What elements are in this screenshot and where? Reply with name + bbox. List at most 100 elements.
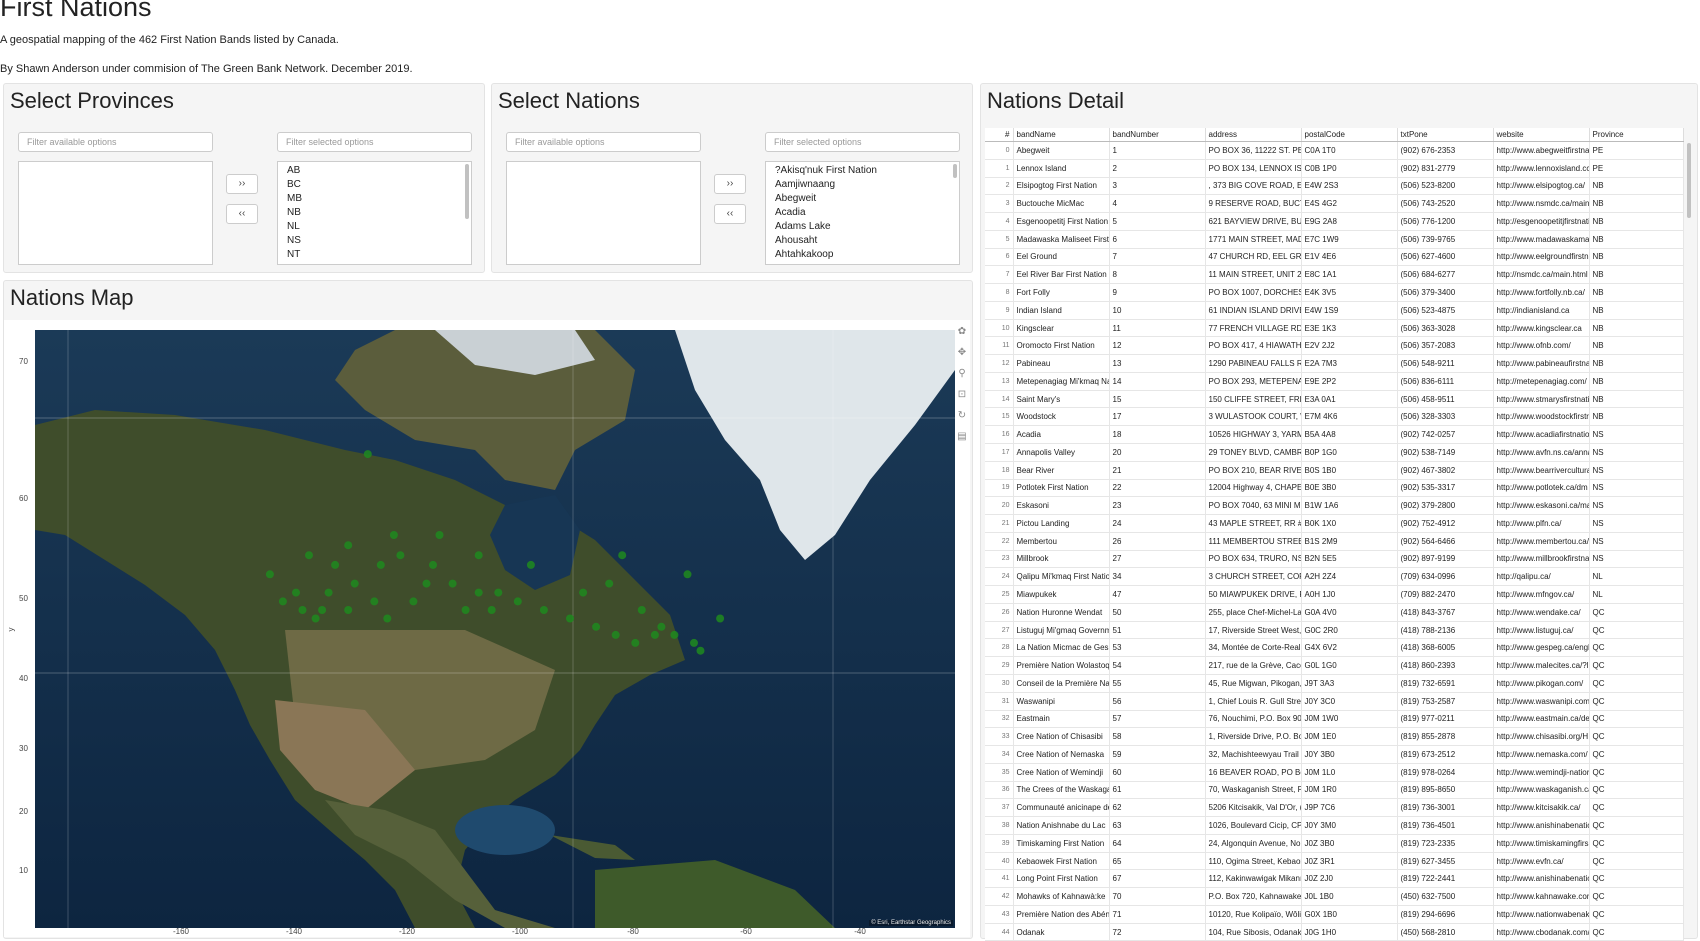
province-option[interactable]: AB xyxy=(278,164,471,178)
table-cell[interactable]: NB xyxy=(1589,230,1684,249)
table-cell[interactable]: Qalipu Mi'kmaq First Natio xyxy=(1013,567,1110,587)
table-cell[interactable]: B1W 1A6 xyxy=(1301,496,1398,516)
nations-selected-list[interactable]: ?Akisq'nuk First Nation Aamjiwnaang Abeg… xyxy=(765,161,960,265)
table-cell[interactable]: 63 xyxy=(1109,816,1206,835)
table-cell[interactable]: Waswanipi xyxy=(1013,692,1110,711)
table-cell[interactable]: QC xyxy=(1589,869,1684,889)
table-cell[interactable]: 4 xyxy=(1109,194,1206,214)
table-cell[interactable]: Indian Island xyxy=(1013,301,1110,320)
table-cell[interactable]: 56 xyxy=(1109,692,1206,711)
table-cell[interactable]: 59 xyxy=(1109,745,1206,764)
nation-marker[interactable] xyxy=(448,579,457,588)
nations-filter-available-input[interactable]: Filter available options xyxy=(506,132,701,152)
table-cell[interactable]: Lennox Island xyxy=(1013,159,1110,178)
table-cell[interactable]: 65 xyxy=(1109,852,1206,871)
table-cell[interactable]: http://www.pabineaufirstna xyxy=(1493,354,1590,373)
table-cell[interactable]: 57 xyxy=(1109,710,1206,729)
table-row[interactable]: 0 Abegweit 1 PO BOX 36, 11222 ST. PE C0A 1T0… xyxy=(985,141,1684,160)
table-row[interactable]: 40 Kebaowek First Nation 65 110, Ogima Stre… xyxy=(985,852,1684,871)
table-cell[interactable]: J0M 1W0 xyxy=(1301,710,1398,729)
table-cell[interactable]: http://www.avfn.ns.ca/anna xyxy=(1493,443,1590,462)
table-cell[interactable]: 64 xyxy=(1109,834,1206,853)
table-cell[interactable]: Acadia xyxy=(1013,425,1110,445)
nation-marker[interactable] xyxy=(657,622,666,631)
table-cell[interactable]: http://www.madawaskama xyxy=(1493,230,1590,249)
table-cell[interactable]: Madawaska Maliseet First xyxy=(1013,230,1110,249)
table-cell[interactable]: La Nation Micmac de Ges xyxy=(1013,638,1110,658)
table-cell[interactable]: 3 CHURCH STREET, COR xyxy=(1205,567,1302,587)
table-cell[interactable]: (819) 977-0211 xyxy=(1397,710,1494,729)
nation-marker[interactable] xyxy=(396,551,405,560)
table-cell[interactable]: E3E 1K3 xyxy=(1301,319,1398,338)
table-cell[interactable]: 11 MAIN STREET, UNIT 2 xyxy=(1205,265,1302,285)
table-cell[interactable]: http://www.acadiafirstnatio xyxy=(1493,425,1590,445)
nation-marker[interactable] xyxy=(494,588,503,597)
table-cell[interactable]: G4X 6V2 xyxy=(1301,638,1398,658)
table-cell[interactable]: B0K 1X0 xyxy=(1301,514,1398,533)
table-cell[interactable]: (418) 843-3767 xyxy=(1397,603,1494,622)
table-cell[interactable]: Esgenoopetitj First Nation xyxy=(1013,212,1110,231)
table-cell[interactable]: NS xyxy=(1589,532,1684,551)
table-cell[interactable]: PO BOX 7040, 63 MINI M xyxy=(1205,496,1302,516)
table-cell[interactable]: QC xyxy=(1589,745,1684,764)
table-cell[interactable]: http://www.wendake.ca/ xyxy=(1493,603,1590,622)
table-cell[interactable]: Kingsclear xyxy=(1013,319,1110,338)
table-cell[interactable]: QC xyxy=(1589,710,1684,729)
table-cell[interactable]: http://www.fortfolly.nb.ca/ xyxy=(1493,283,1590,302)
table-row[interactable]: 11 Oromocto First Nation 12 PO BOX 417, 4 H… xyxy=(985,336,1684,356)
table-cell[interactable]: (418) 368-6005 xyxy=(1397,638,1494,658)
table-cell[interactable]: http://www.kitcisakik.ca/ xyxy=(1493,798,1590,818)
table-row[interactable]: 6 Eel Ground 7 47 CHURCH RD, EEL GR E1V 4E6(… xyxy=(985,248,1684,267)
table-cell[interactable]: B2N 5E5 xyxy=(1301,550,1398,569)
provinces-move-left-button[interactable]: ‹‹ xyxy=(226,204,258,224)
nation-marker[interactable] xyxy=(344,606,353,614)
column-header[interactable]: bandName xyxy=(1013,128,1110,142)
nation-marker[interactable] xyxy=(331,560,340,569)
table-cell[interactable]: J0Y 3M0 xyxy=(1301,816,1398,835)
table-row[interactable]: 43 Première Nation des Abén 71 10120, Rue K… xyxy=(985,905,1684,924)
table-row[interactable]: 17 Annapolis Valley 20 29 TONEY BLVD, CAMBR… xyxy=(985,443,1684,462)
table-cell[interactable]: 10526 HIGHWAY 3, YARM xyxy=(1205,425,1302,445)
table-cell[interactable]: (506) 743-2520 xyxy=(1397,194,1494,214)
table-cell[interactable]: J0L 1B0 xyxy=(1301,887,1398,906)
table-row[interactable]: 2 Elsipogtog First Nation 3, 373 BIG COVE … xyxy=(985,177,1684,196)
table-cell[interactable]: PO BOX 634, TRURO, NS xyxy=(1205,550,1302,569)
table-cell[interactable]: 17, Riverside Street West, xyxy=(1205,621,1302,640)
nation-marker[interactable] xyxy=(350,579,359,588)
table-cell[interactable]: , 373 BIG COVE ROAD, E xyxy=(1205,177,1302,196)
province-option[interactable]: NB xyxy=(278,206,471,220)
table-cell[interactable]: (902) 379-2800 xyxy=(1397,496,1494,516)
table-cell[interactable]: Kebaowek First Nation xyxy=(1013,852,1110,871)
nation-marker[interactable] xyxy=(670,630,679,639)
table-cell[interactable]: (819) 722-2441 xyxy=(1397,869,1494,889)
table-cell[interactable]: QC xyxy=(1589,692,1684,711)
table-cell[interactable]: http://www.chisasibi.org/H xyxy=(1493,727,1590,747)
table-cell[interactable]: 10 xyxy=(1109,301,1206,320)
table-row[interactable]: 19 Potlotek First Nation 22 12004 Highway 4… xyxy=(985,479,1684,498)
table-row[interactable]: 5 Madawaska Maliseet First 6 1771 MAIN STRE… xyxy=(985,230,1684,249)
nation-option[interactable]: Acadia xyxy=(766,206,959,220)
table-cell[interactable]: QC xyxy=(1589,727,1684,747)
column-header[interactable]: # xyxy=(985,128,1014,142)
table-cell[interactable]: http://www.ofnb.com/ xyxy=(1493,336,1590,356)
table-cell[interactable]: 1771 MAIN STREET, MAD xyxy=(1205,230,1302,249)
table-cell[interactable]: http://www.anishinabenatic xyxy=(1493,869,1590,889)
table-cell[interactable]: http://www.nationwabenak xyxy=(1493,905,1590,924)
table-cell[interactable]: 27 xyxy=(1109,550,1206,569)
nation-marker[interactable] xyxy=(618,551,627,560)
table-cell[interactable]: J9P 7C6 xyxy=(1301,798,1398,818)
table-cell[interactable]: Première Nation Wolastoq xyxy=(1013,656,1110,675)
table-cell[interactable]: (418) 860-2393 xyxy=(1397,656,1494,675)
nation-marker[interactable] xyxy=(513,597,522,606)
bokeh-logo-icon[interactable]: ✿ xyxy=(956,326,968,338)
table-cell[interactable]: NS xyxy=(1589,425,1684,445)
table-cell[interactable]: Oromocto First Nation xyxy=(1013,336,1110,356)
column-header[interactable]: address xyxy=(1205,128,1302,142)
table-cell[interactable]: (506) 328-3303 xyxy=(1397,407,1494,427)
table-cell[interactable]: 26 xyxy=(1109,532,1206,551)
table-row[interactable]: 35 Cree Nation of Wemindji 60 16 BEAVER ROA… xyxy=(985,763,1684,782)
table-cell[interactable]: (506) 548-9211 xyxy=(1397,354,1494,373)
table-cell[interactable]: Abegweit xyxy=(1013,141,1110,160)
table-cell[interactable]: (902) 676-2353 xyxy=(1397,141,1494,160)
table-cell[interactable]: (506) 458-9511 xyxy=(1397,390,1494,409)
